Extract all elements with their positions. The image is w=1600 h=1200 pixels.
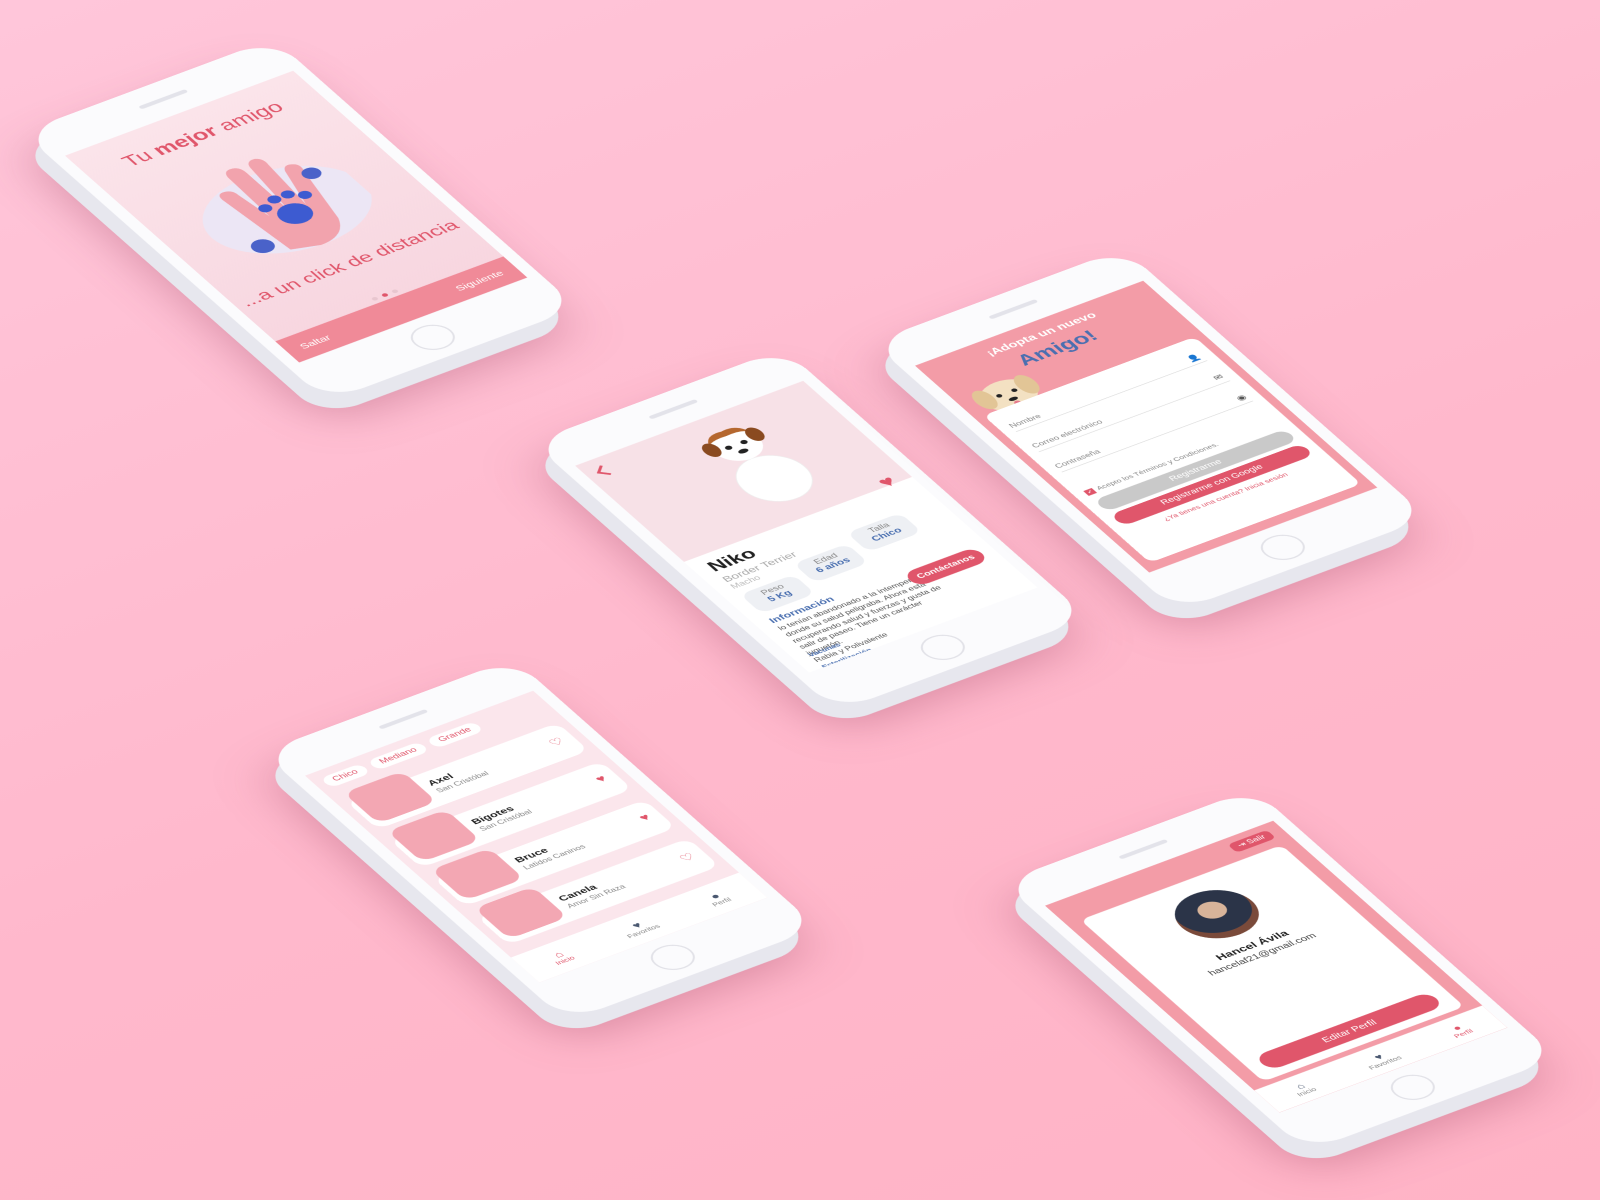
speaker <box>378 709 429 730</box>
home-button[interactable] <box>1252 529 1314 565</box>
user-icon: 👤 <box>1185 353 1204 364</box>
phone-onboarding: Tu mejor amigo ...a un click de distanci… <box>21 38 579 402</box>
home-button[interactable] <box>912 629 974 665</box>
phone-list: Chico Mediano Grande Axel San Cristóbal ♡ … <box>261 658 819 1022</box>
speaker <box>988 299 1039 320</box>
eye-off-icon[interactable]: ◉ <box>1234 393 1249 403</box>
sterilization-value: Sí <box>825 667 840 673</box>
heart-filled-icon[interactable]: ♥ <box>593 774 611 786</box>
home-button[interactable] <box>642 939 704 975</box>
check-icon: ✓ <box>1083 487 1097 496</box>
onboarding-screen: Tu mejor amigo ...a un click de distanci… <box>65 70 528 363</box>
list-screen: Chico Mediano Grande Axel San Cristóbal ♡ … <box>305 690 768 983</box>
heart-outline-icon[interactable]: ♡ <box>676 851 699 865</box>
filter-grande[interactable]: Grande <box>425 721 485 749</box>
profile-screen: ⇥ Salir Hancel Ávila hancelaf21@gmail.co… <box>1045 820 1508 1113</box>
filter-mediano[interactable]: Mediano <box>367 741 431 771</box>
chip-size: Talla Chico <box>846 512 923 553</box>
pet-thumbnail <box>343 770 438 824</box>
heart-filled-icon[interactable]: ♥ <box>636 812 654 824</box>
mail-icon: ✉ <box>1211 373 1226 383</box>
tab-inicio[interactable]: ⌂ Inicio <box>545 947 577 966</box>
speaker <box>648 399 699 420</box>
tab-inicio[interactable]: ⌂ Inicio <box>1287 1079 1318 1098</box>
tab-perfil[interactable]: ● Perfil <box>1444 1021 1475 1039</box>
chip-age: Edad 6 años <box>793 543 869 583</box>
dog-illustration <box>701 427 813 502</box>
phone-profile: ⇥ Salir Hancel Ávila hancelaf21@gmail.co… <box>1001 788 1559 1152</box>
tab-favoritos[interactable]: ♥ Favoritos <box>1359 1047 1403 1071</box>
heart-outline-icon[interactable]: ♡ <box>545 735 568 749</box>
speaker <box>1118 839 1169 860</box>
register-form: Nombre 👤 Correo electrónico ✉ Contraseña ◉ … <box>983 336 1362 563</box>
next-button[interactable]: Siguiente <box>452 268 506 292</box>
tab-perfil[interactable]: ● Perfil <box>702 889 733 908</box>
speaker <box>138 89 189 110</box>
home-button[interactable] <box>1382 1069 1444 1105</box>
contact-button[interactable]: Contáctanos <box>902 546 990 588</box>
home-button[interactable] <box>402 319 464 355</box>
skip-button[interactable]: Saltar <box>297 333 334 351</box>
tab-favoritos[interactable]: ♥ Favoritos <box>617 915 661 940</box>
back-chevron-icon[interactable] <box>596 465 614 475</box>
